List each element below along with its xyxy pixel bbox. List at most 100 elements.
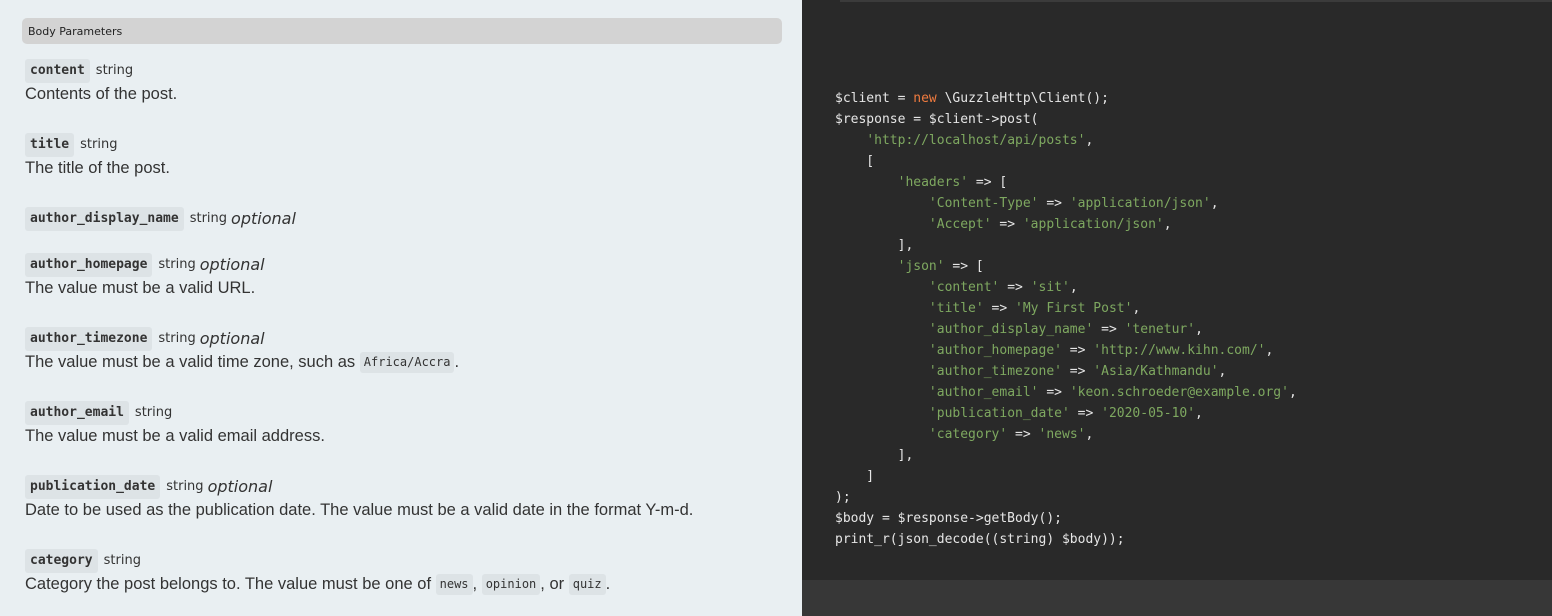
code-line: 'author_homepage' => 'http://www.kihn.co… <box>835 340 1297 361</box>
code-token: => <box>983 301 1016 316</box>
code-line: $client = new \GuzzleHttp\Client(); <box>835 88 1297 109</box>
code-line: ], <box>835 445 1297 466</box>
description-text: Date to be used as the publication date.… <box>25 501 694 519</box>
code-token: => <box>991 217 1023 232</box>
code-line: ], <box>835 235 1297 256</box>
code-string: 'My First Post' <box>1015 301 1133 316</box>
param-name: title <box>25 132 75 157</box>
code-token: => <box>1038 196 1070 211</box>
section-header-body-parameters: Body Parameters <box>22 18 782 44</box>
code-line: 'json' => [ <box>835 256 1297 277</box>
code-line: 'author_display_name' => 'tenetur', <box>835 319 1297 340</box>
param-type: string <box>103 552 141 568</box>
code-line: ); <box>835 487 1297 508</box>
code-string: 'application/json' <box>1022 217 1164 232</box>
code-line: 'publication_date' => '2020-05-10', <box>835 403 1297 424</box>
code-sample-php[interactable]: $client = new \GuzzleHttp\Client(); $resp… <box>835 88 1297 550</box>
inline-code: quiz <box>568 574 606 596</box>
code-token: , <box>1069 280 1078 295</box>
code-token: => <box>1069 406 1102 421</box>
param-name: author_timezone <box>25 326 153 351</box>
code-token: ], <box>835 238 914 253</box>
param-optional: optional <box>199 254 265 274</box>
code-panel-footer <box>802 580 1552 616</box>
description-text: The title of the post. <box>25 159 170 177</box>
code-token: \GuzzleHttp\Client(); <box>936 91 1109 106</box>
code-string: 'author_homepage' <box>928 343 1062 358</box>
code-string: 'news' <box>1038 427 1086 442</box>
param-signature: publication_date string optional <box>25 473 795 499</box>
code-line: 'Accept' => 'application/json', <box>835 214 1297 235</box>
param-signature: author_homepage string optional <box>25 251 795 277</box>
param-signature: content string <box>25 57 795 83</box>
code-string: 'json' <box>897 259 945 274</box>
param-type: string <box>189 210 228 226</box>
description-text: Category the post belongs to. The value … <box>25 575 436 593</box>
code-line: 'content' => 'sit', <box>835 277 1297 298</box>
code-string: 'Asia/Kathmandu' <box>1093 364 1219 379</box>
code-string: 'sit' <box>1030 280 1070 295</box>
code-string: 'http://www.kihn.com/' <box>1093 343 1266 358</box>
param-type: string <box>134 404 173 420</box>
docs-panel: Body Parameters content string Contents of… <box>0 0 802 616</box>
description-text: The value must be a valid email address. <box>25 427 325 445</box>
code-token: $client = <box>835 91 914 106</box>
param-description: The value must be a valid email address. <box>25 425 795 447</box>
code-string: '2020-05-10' <box>1101 406 1196 421</box>
code-token: , <box>1195 322 1203 337</box>
code-line: 'Content-Type' => 'application/json', <box>835 193 1297 214</box>
code-token: => <box>1007 427 1039 442</box>
code-token: => [ <box>944 259 984 274</box>
code-line: 'author_email' => 'keon.schroeder@exampl… <box>835 382 1297 403</box>
param-name: author_display_name <box>25 206 184 231</box>
code-token: => [ <box>968 175 1008 190</box>
code-token: ], <box>835 448 914 463</box>
param-name: content <box>25 58 90 83</box>
code-string: 'tenetur' <box>1124 322 1196 337</box>
code-line: print_r(json_decode((string) $body)); <box>835 529 1297 550</box>
code-token: [ <box>835 154 875 169</box>
param-description: The value must be a valid time zone, suc… <box>25 351 795 374</box>
param-category: category string Category the post belongs … <box>25 547 795 596</box>
param-optional: optional <box>207 476 273 496</box>
param-description: Contents of the post. <box>25 83 795 105</box>
param-signature: author_display_name string optional <box>25 205 795 231</box>
param-description: The title of the post. <box>25 157 795 179</box>
code-token: , <box>1085 133 1094 148</box>
code-string: 'publication_date' <box>928 406 1070 421</box>
param-name: publication_date <box>25 474 161 499</box>
param-title: title string The title of the post. <box>25 131 795 179</box>
description-text: Contents of the post. <box>25 85 178 103</box>
code-token: , <box>1085 427 1094 442</box>
param-signature: title string <box>25 131 795 157</box>
code-keyword: new <box>913 91 937 106</box>
param-name: author_email <box>25 400 129 425</box>
code-token: , <box>1163 217 1172 232</box>
code-token: , <box>1265 343 1274 358</box>
param-author-email: author_email string The value must be a va… <box>25 399 795 447</box>
description-text: The value must be a valid URL. <box>25 279 256 297</box>
code-string: 'title' <box>928 301 984 316</box>
param-type: string <box>158 330 196 346</box>
param-description: Date to be used as the publication date.… <box>25 499 795 521</box>
param-publication-date: publication_date string optional Date to be… <box>25 473 795 521</box>
code-line: 'http://localhost/api/posts', <box>835 130 1297 151</box>
code-string: 'category' <box>928 427 1008 442</box>
param-type: string <box>158 256 196 272</box>
param-author-homepage: author_homepage string optional The value m… <box>25 251 795 299</box>
param-optional: optional <box>231 208 296 228</box>
code-line: 'author_timezone' => 'Asia/Kathmandu', <box>835 361 1297 382</box>
code-token: , <box>1218 364 1227 379</box>
code-line: 'headers' => [ <box>835 172 1297 193</box>
param-type: string <box>166 478 204 494</box>
description-text: . <box>605 575 611 593</box>
param-author-display-name: author_display_name string optional <box>25 205 795 231</box>
param-name: author_homepage <box>25 252 153 277</box>
